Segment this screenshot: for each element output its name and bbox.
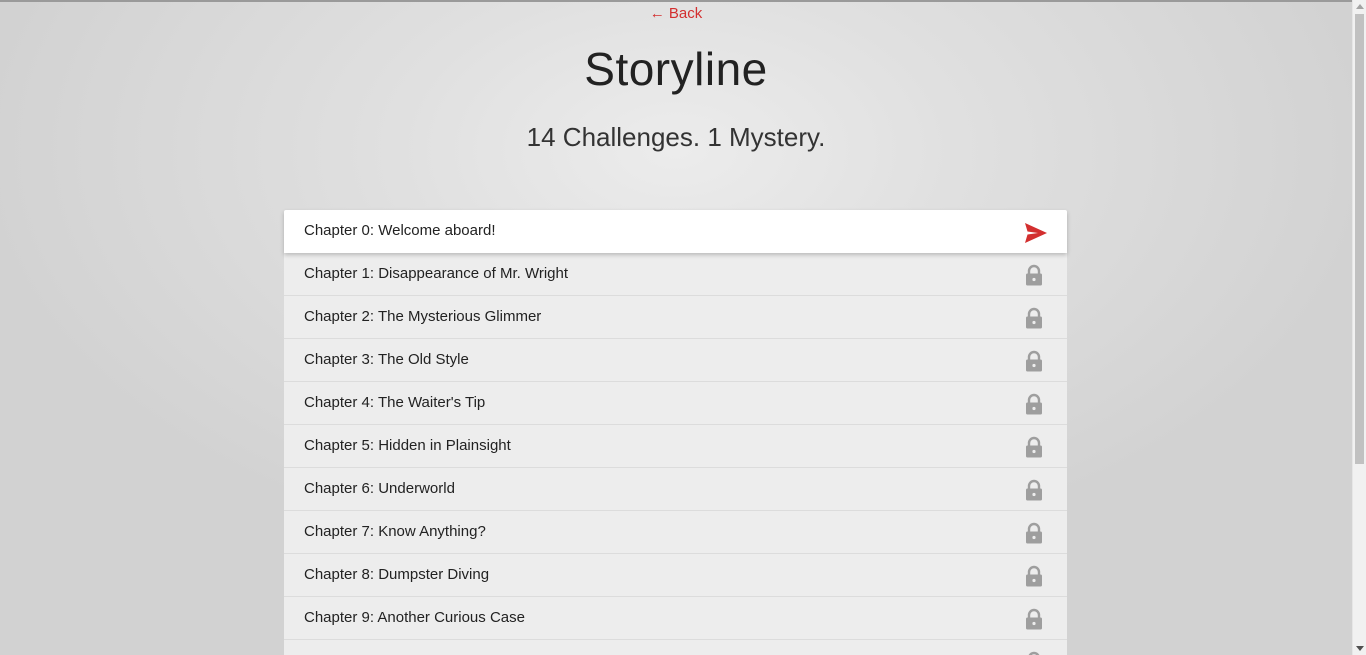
lock-icon	[1023, 350, 1045, 372]
lock-icon	[1023, 307, 1045, 329]
lock-icon	[1023, 651, 1045, 655]
chapter-label: Chapter 0: Welcome aboard!	[304, 222, 496, 239]
chapter-label: Chapter 8: Dumpster Diving	[304, 566, 490, 583]
chapter-item-0[interactable]: Chapter 0: Welcome aboard!	[284, 210, 1067, 253]
page-title: Storyline	[584, 43, 768, 95]
chapter-label: Chapter 6: Underworld	[304, 480, 455, 497]
chapter-label: Chapter 1: Disappearance of Mr. Wright	[304, 265, 569, 282]
chapter-item-7[interactable]: Chapter 7: Know Anything?	[284, 511, 1067, 554]
back-link-container: ← Back	[0, 5, 1352, 22]
chapter-item-8[interactable]: Chapter 8: Dumpster Diving	[284, 554, 1067, 597]
chapter-label: Chapter 3: The Old Style	[304, 351, 469, 368]
send-icon[interactable]	[1024, 222, 1047, 244]
lock-icon	[1023, 393, 1045, 415]
chapter-item-3[interactable]: Chapter 3: The Old Style	[284, 339, 1067, 382]
back-link[interactable]: ← Back	[650, 5, 703, 22]
scrollbar-thumb[interactable]	[1355, 14, 1364, 464]
chapter-label: Chapter 5: Hidden in Plainsight	[304, 437, 511, 454]
chapter-item-2[interactable]: Chapter 2: The Mysterious Glimmer	[284, 296, 1067, 339]
chapter-item-5[interactable]: Chapter 5: Hidden in Plainsight	[284, 425, 1067, 468]
chapter-label: Chapter 9: Another Curious Case	[304, 609, 525, 626]
chapter-item-4[interactable]: Chapter 4: The Waiter's Tip	[284, 382, 1067, 425]
lock-icon	[1023, 522, 1045, 544]
chapter-label: Chapter 4: The Waiter's Tip	[304, 394, 486, 411]
chapter-item-9[interactable]: Chapter 9: Another Curious Case	[284, 597, 1067, 640]
lock-icon	[1023, 436, 1045, 458]
storyline-page: ← Back Storyline 14 Challenges. 1 Myster…	[0, 0, 1352, 655]
lock-icon	[1023, 264, 1045, 286]
chapter-item-10[interactable]	[284, 640, 1067, 655]
lock-icon	[1023, 565, 1045, 587]
lock-icon	[1023, 479, 1045, 501]
chapter-item-1[interactable]: Chapter 1: Disappearance of Mr. Wright	[284, 253, 1067, 296]
scroll-up-arrow-icon[interactable]	[1356, 4, 1364, 9]
page-subtitle: 14 Challenges. 1 Mystery.	[526, 122, 826, 152]
chapter-label: Chapter 2: The Mysterious Glimmer	[304, 308, 542, 325]
chapter-list: Chapter 0: Welcome aboard! Chapter 1: Di…	[284, 210, 1067, 655]
scroll-down-arrow-icon[interactable]	[1356, 646, 1364, 651]
chapter-label: Chapter 7: Know Anything?	[304, 523, 486, 540]
vertical-scrollbar[interactable]	[1352, 0, 1366, 655]
chapter-item-6[interactable]: Chapter 6: Underworld	[284, 468, 1067, 511]
lock-icon	[1023, 608, 1045, 630]
